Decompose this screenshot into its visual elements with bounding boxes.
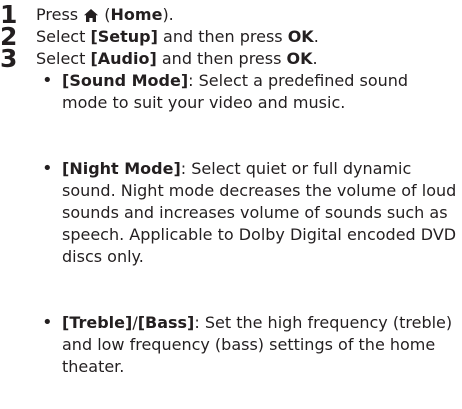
bullet-icon: • bbox=[42, 312, 53, 333]
step-text: Press (Home). bbox=[36, 4, 174, 28]
bullet-text: [Sound Mode]: Select a predefined sound … bbox=[62, 70, 457, 114]
setting-term: [Sound Mode] bbox=[62, 71, 189, 90]
step-text: Select [Audio] and then press OK. bbox=[36, 48, 318, 70]
step-text-part: . bbox=[313, 27, 319, 46]
step-text-part: ). bbox=[162, 5, 174, 24]
setting-term: [Treble] bbox=[62, 313, 133, 332]
bullet-icon: • bbox=[42, 70, 53, 91]
setting-term: [Bass] bbox=[137, 313, 195, 332]
step-key-label: OK bbox=[286, 49, 313, 68]
step-text-part: Press bbox=[36, 5, 84, 24]
step-text: Select [Setup] and then press OK. bbox=[36, 26, 319, 48]
bullet-text: [Treble]/[Bass]: Set the high frequency … bbox=[62, 312, 457, 378]
bullet-text: [Night Mode]: Select quiet or full dynam… bbox=[62, 158, 457, 268]
menu-option-label: [Audio] bbox=[90, 49, 157, 68]
bullet-icon: • bbox=[42, 158, 53, 179]
step-text-part: . bbox=[312, 49, 318, 68]
setting-term: [Night Mode] bbox=[62, 159, 181, 178]
step-text-part: and then press bbox=[156, 49, 287, 68]
step-text-part: ( bbox=[99, 5, 111, 24]
step-key-label: Home bbox=[110, 5, 163, 24]
step-text-part: Select bbox=[36, 27, 91, 46]
menu-option-label: [Setup] bbox=[90, 27, 158, 46]
step-number: 3 bbox=[0, 44, 18, 73]
home-icon bbox=[84, 6, 99, 28]
step-key-label: OK bbox=[287, 27, 314, 46]
step-text-part: and then press bbox=[157, 27, 288, 46]
step-text-part: Select bbox=[36, 49, 91, 68]
